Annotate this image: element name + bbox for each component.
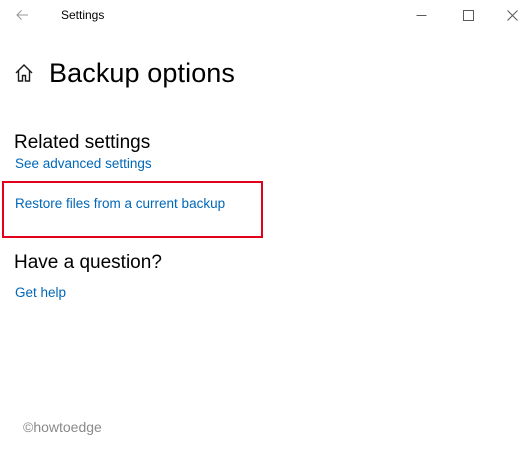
maximize-button[interactable] (455, 3, 481, 27)
restore-files-link[interactable]: Restore files from a current backup (15, 196, 225, 211)
minimize-button[interactable] (408, 3, 434, 27)
have-a-question-heading: Have a question? (14, 252, 162, 273)
back-button[interactable] (8, 3, 36, 27)
home-icon[interactable] (13, 62, 35, 84)
close-icon (506, 9, 518, 21)
title-bar: Settings (0, 0, 532, 32)
related-settings-heading: Related settings (14, 132, 151, 153)
close-button[interactable] (499, 3, 525, 27)
minimize-icon (416, 14, 426, 16)
get-help-link[interactable]: Get help (15, 285, 66, 300)
watermark: ©howtoedge (23, 419, 102, 435)
maximize-icon (462, 9, 474, 21)
see-advanced-settings-link[interactable]: See advanced settings (15, 156, 152, 171)
app-title: Settings (61, 8, 105, 22)
arrow-left-icon (16, 10, 28, 20)
page-header: Backup options (13, 55, 235, 91)
page-title: Backup options (49, 57, 236, 88)
